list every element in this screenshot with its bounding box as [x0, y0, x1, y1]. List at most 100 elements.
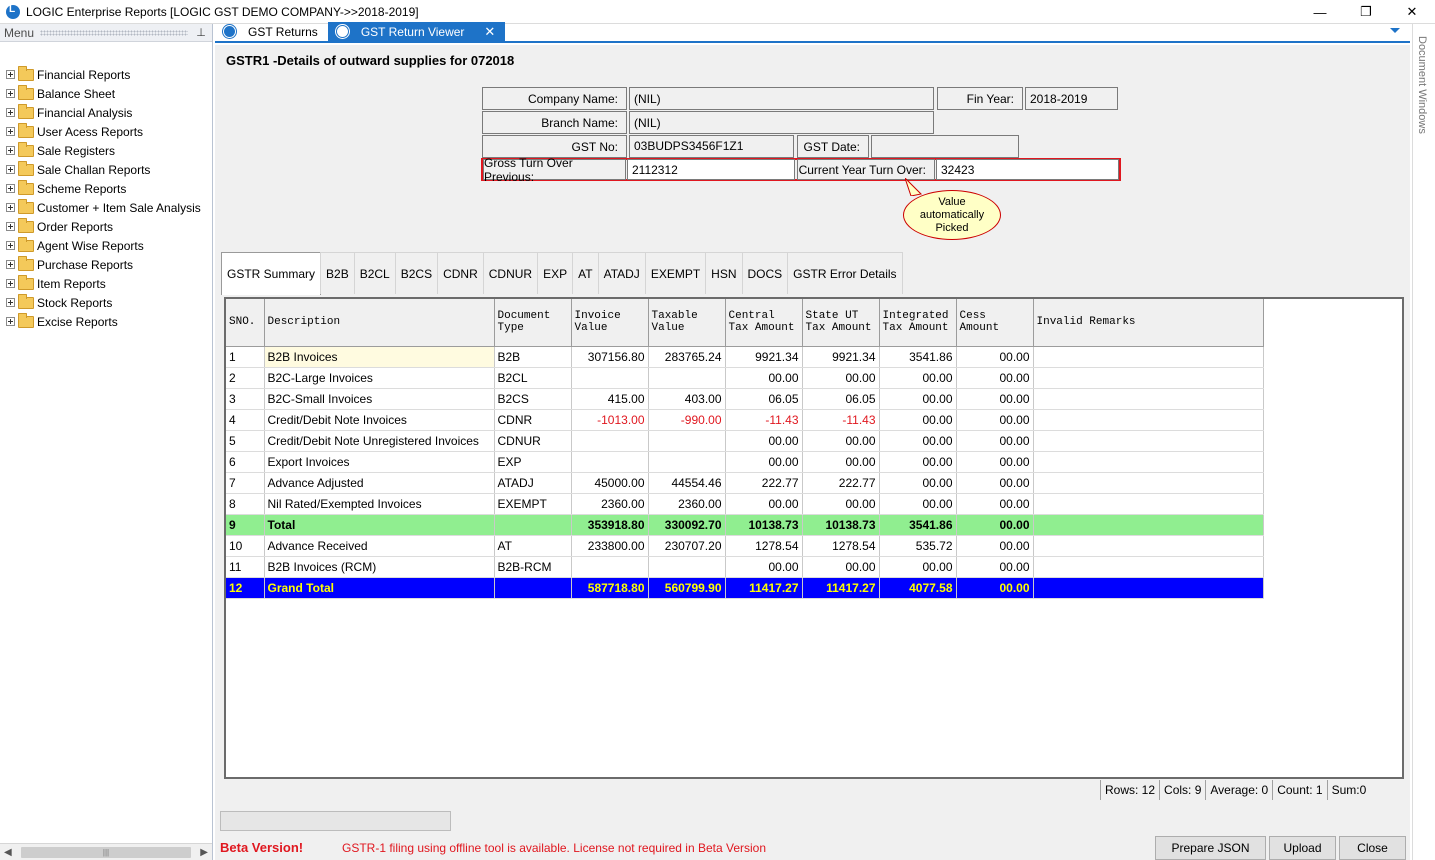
- cell-inv[interactable]: [571, 556, 649, 578]
- cell-inv[interactable]: 233800.00: [571, 535, 649, 557]
- cell-sno[interactable]: 12: [226, 577, 265, 599]
- cell-taxable[interactable]: 44554.46: [648, 472, 726, 494]
- menu-item[interactable]: Sale Registers: [6, 141, 212, 160]
- cell-integrated[interactable]: 00.00: [879, 493, 957, 515]
- cell-remarks[interactable]: [1033, 514, 1264, 536]
- cell-taxable[interactable]: 330092.70: [648, 514, 726, 536]
- cell-inv[interactable]: 45000.00: [571, 472, 649, 494]
- table-row[interactable]: 10 Advance Received AT 233800.00 230707.20 12…: [226, 535, 1264, 557]
- expand-icon[interactable]: [6, 203, 15, 212]
- tab-cdnur[interactable]: CDNUR: [482, 252, 539, 294]
- expand-icon[interactable]: [6, 108, 15, 117]
- cell-sno[interactable]: 6: [226, 451, 265, 473]
- cell-desc[interactable]: Total: [264, 514, 495, 536]
- cell-taxable[interactable]: 230707.20: [648, 535, 726, 557]
- table-row[interactable]: 6 Export Invoices EXP 00.00 00.00 00.00 00.00: [226, 451, 1264, 473]
- menu-item[interactable]: Purchase Reports: [6, 255, 212, 274]
- cell-central[interactable]: 06.05: [725, 388, 803, 410]
- scroll-left-icon[interactable]: ◀: [4, 847, 12, 858]
- expand-icon[interactable]: [6, 70, 15, 79]
- cell-integrated[interactable]: 00.00: [879, 556, 957, 578]
- expand-icon[interactable]: [6, 222, 15, 231]
- cell-inv[interactable]: 587718.80: [571, 577, 649, 599]
- cell-state[interactable]: 11417.27: [802, 577, 880, 599]
- cell-integrated[interactable]: 3541.86: [879, 514, 957, 536]
- cell-inv[interactable]: [571, 430, 649, 452]
- cell-central[interactable]: 11417.27: [725, 577, 803, 599]
- minimize-button[interactable]: —: [1297, 0, 1343, 24]
- prepare-json-button[interactable]: Prepare JSON: [1155, 836, 1266, 860]
- table-row[interactable]: 2 B2C-Large Invoices B2CL 00.00 00.00 00.00 00…: [226, 367, 1264, 389]
- tab-gst-return-viewer[interactable]: GST Return Viewer ✕: [327, 22, 506, 41]
- cell-taxable[interactable]: -990.00: [648, 409, 726, 431]
- cell-central[interactable]: 9921.34: [725, 346, 803, 368]
- cell-type[interactable]: [494, 577, 572, 599]
- col-integrated-tax[interactable]: Integrated Tax Amount: [879, 299, 957, 347]
- cell-state[interactable]: 00.00: [802, 556, 880, 578]
- cell-cess[interactable]: 00.00: [956, 577, 1034, 599]
- col-document-type[interactable]: Document Type: [494, 299, 572, 347]
- cell-state[interactable]: 222.77: [802, 472, 880, 494]
- col-state-ut-tax[interactable]: State UT Tax Amount: [802, 299, 880, 347]
- cell-sno[interactable]: 9: [226, 514, 265, 536]
- cell-state[interactable]: -11.43: [802, 409, 880, 431]
- cell-integrated[interactable]: 00.00: [879, 367, 957, 389]
- cell-integrated[interactable]: 00.00: [879, 430, 957, 452]
- cell-sno[interactable]: 1: [226, 346, 265, 368]
- cell-central[interactable]: 00.00: [725, 451, 803, 473]
- cell-cess[interactable]: 00.00: [956, 514, 1034, 536]
- cell-desc[interactable]: Grand Total: [264, 577, 495, 599]
- cell-sno[interactable]: 7: [226, 472, 265, 494]
- cell-central[interactable]: 10138.73: [725, 514, 803, 536]
- table-row[interactable]: 1 B2B Invoices B2B 307156.80 283765.24 9921.3…: [226, 346, 1264, 368]
- table-row[interactable]: 12 Grand Total 587718.80 560799.90 11417.27 1…: [226, 577, 1264, 599]
- expand-icon[interactable]: [6, 298, 15, 307]
- tab-b2cl[interactable]: B2CL: [353, 252, 396, 294]
- branch-name-field[interactable]: (NIL): [629, 111, 934, 134]
- col-cess-amount[interactable]: Cess Amount: [956, 299, 1034, 347]
- cell-integrated[interactable]: 3541.86: [879, 346, 957, 368]
- cell-inv[interactable]: -1013.00: [571, 409, 649, 431]
- col-invalid-remarks[interactable]: Invalid Remarks: [1033, 299, 1264, 347]
- cell-sno[interactable]: 3: [226, 388, 265, 410]
- table-row[interactable]: 7 Advance Adjusted ATADJ 45000.00 44554.46 22…: [226, 472, 1264, 494]
- cell-desc[interactable]: B2B Invoices (RCM): [264, 556, 495, 578]
- cell-state[interactable]: 10138.73: [802, 514, 880, 536]
- restore-button[interactable]: ❐: [1343, 0, 1389, 24]
- cell-sno[interactable]: 11: [226, 556, 265, 578]
- cell-sno[interactable]: 5: [226, 430, 265, 452]
- cell-inv[interactable]: [571, 367, 649, 389]
- menu-item[interactable]: Customer + Item Sale Analysis: [6, 198, 212, 217]
- cell-central[interactable]: 1278.54: [725, 535, 803, 557]
- cell-state[interactable]: 00.00: [802, 367, 880, 389]
- tab-docs[interactable]: DOCS: [741, 252, 789, 294]
- tab-gstr-summary[interactable]: GSTR Summary: [221, 252, 322, 295]
- cell-taxable[interactable]: 283765.24: [648, 346, 726, 368]
- cell-inv[interactable]: 353918.80: [571, 514, 649, 536]
- scroll-thumb[interactable]: |||: [21, 846, 191, 858]
- cell-integrated[interactable]: 4077.58: [879, 577, 957, 599]
- cell-desc[interactable]: Credit/Debit Note Unregistered Invoices: [264, 430, 495, 452]
- expand-icon[interactable]: [6, 241, 15, 250]
- cell-remarks[interactable]: [1033, 388, 1264, 410]
- cell-sno[interactable]: 10: [226, 535, 265, 557]
- close-button[interactable]: Close: [1339, 836, 1406, 860]
- cell-desc[interactable]: Export Invoices: [264, 451, 495, 473]
- cell-desc[interactable]: B2C-Small Invoices: [264, 388, 495, 410]
- cell-state[interactable]: 00.00: [802, 430, 880, 452]
- cell-type[interactable]: AT: [494, 535, 572, 557]
- cell-desc[interactable]: Nil Rated/Exempted Invoices: [264, 493, 495, 515]
- expand-icon[interactable]: [6, 260, 15, 269]
- menu-horizontal-scrollbar[interactable]: ◀ ||| ▶: [0, 843, 212, 860]
- cell-taxable[interactable]: 2360.00: [648, 493, 726, 515]
- cell-cess[interactable]: 00.00: [956, 388, 1034, 410]
- cell-taxable[interactable]: [648, 367, 726, 389]
- upload-button[interactable]: Upload: [1269, 836, 1336, 860]
- cell-sno[interactable]: 8: [226, 493, 265, 515]
- cell-inv[interactable]: 307156.80: [571, 346, 649, 368]
- cell-central[interactable]: 00.00: [725, 430, 803, 452]
- fin-year-field[interactable]: 2018-2019: [1025, 87, 1118, 110]
- cell-central[interactable]: 222.77: [725, 472, 803, 494]
- document-windows-panel[interactable]: Document Windows: [1412, 24, 1435, 860]
- tab-dropdown-icon[interactable]: [1390, 28, 1400, 33]
